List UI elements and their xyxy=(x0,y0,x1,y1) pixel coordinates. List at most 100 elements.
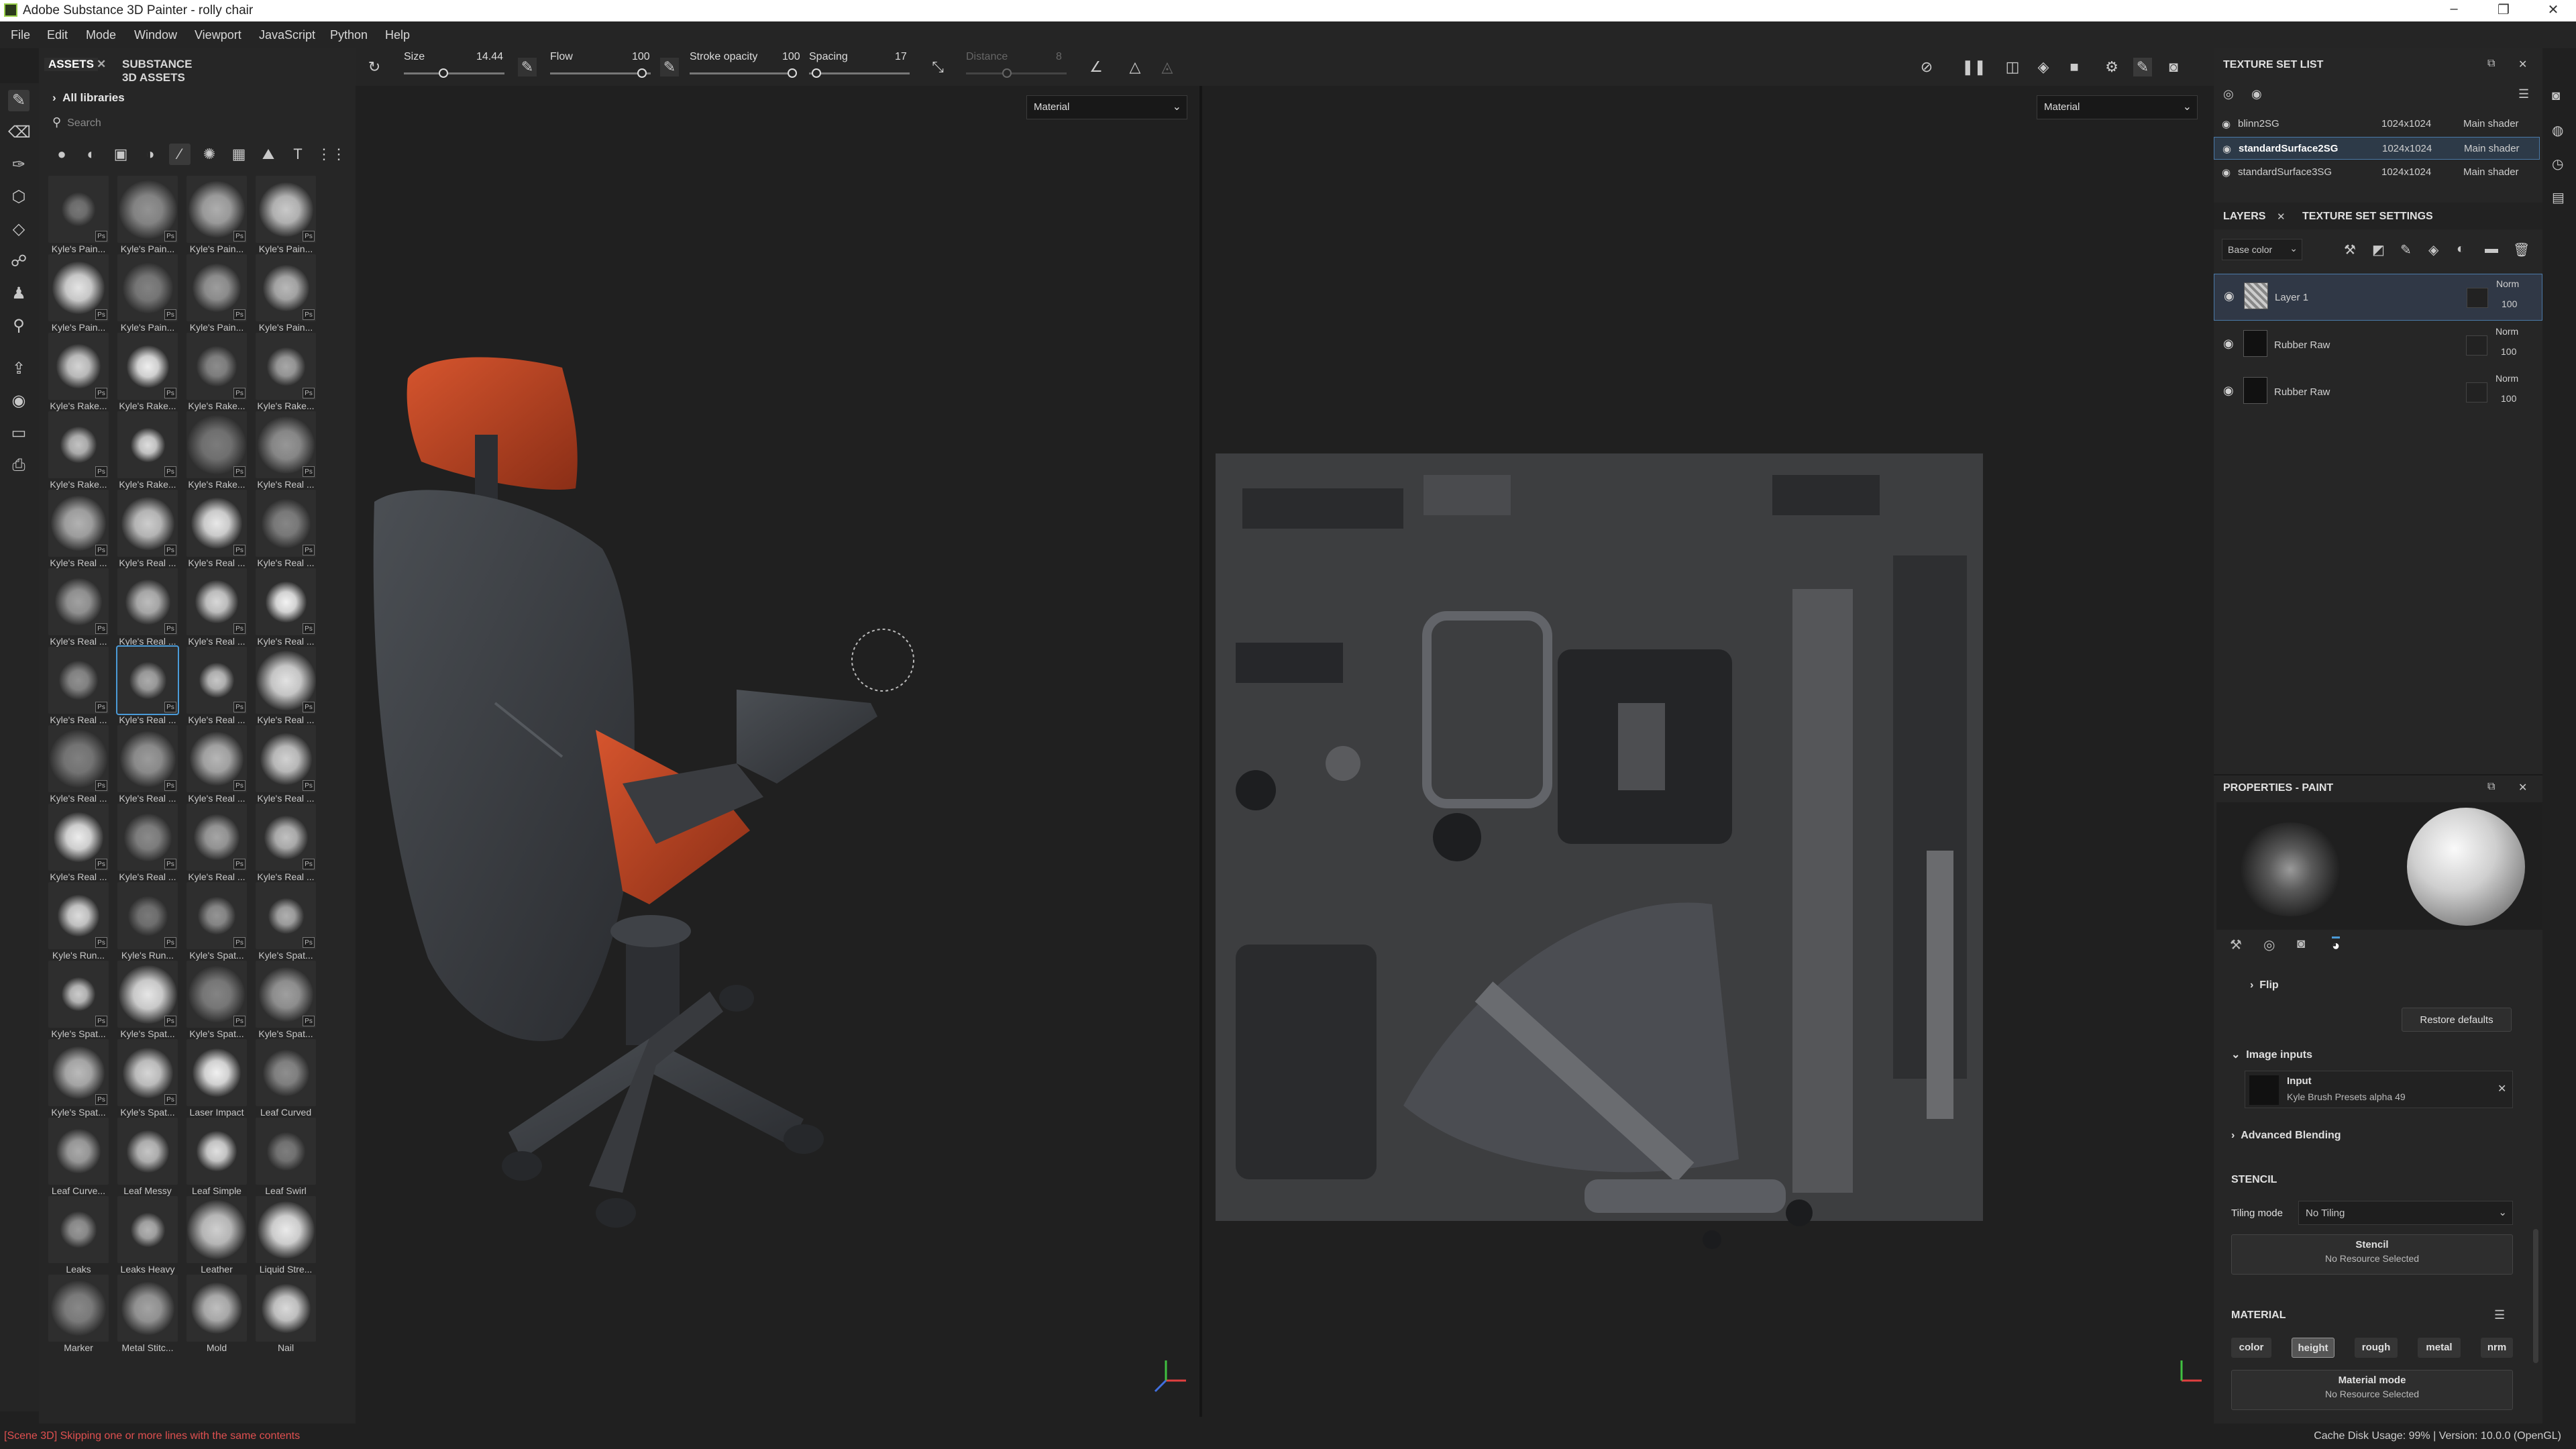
channel-nrm-toggle[interactable]: nrm xyxy=(2481,1338,2513,1358)
3d-view-icon[interactable]: ◈ xyxy=(2034,58,2053,76)
add-paint-layer-icon[interactable]: ✎ xyxy=(2400,241,2412,258)
texture-set-row[interactable]: ◉ standardSurface3SG 1024x1024 Main shad… xyxy=(2214,161,2540,184)
asset-item[interactable]: Ps Kyle's Real ... xyxy=(253,568,319,647)
visibility-icon[interactable]: ◎ xyxy=(2223,87,2234,101)
display-settings-icon[interactable]: ▭ xyxy=(8,423,30,444)
asset-item[interactable]: Ps Kyle's Spat... xyxy=(115,961,180,1039)
filter-grid-icon[interactable]: ▦ xyxy=(228,144,250,165)
maximize-button[interactable]: ❐ xyxy=(2490,1,2517,20)
filter-pattern-icon[interactable]: ✺ xyxy=(199,144,220,165)
close-window-button[interactable]: ✕ xyxy=(2540,1,2567,20)
close-panel-icon[interactable]: ✕ xyxy=(2518,58,2527,71)
stroke-opacity-slider[interactable] xyxy=(690,72,790,74)
angle-icon[interactable]: ∠ xyxy=(1087,58,1106,76)
asset-item[interactable]: Laser Impact xyxy=(184,1039,250,1118)
asset-item[interactable]: Ps Kyle's Pain... xyxy=(46,176,111,254)
eye-icon[interactable]: ◉ xyxy=(2224,289,2235,303)
menu-mode[interactable]: Mode xyxy=(86,28,116,42)
paint-mode-icon[interactable]: ✎ xyxy=(2133,58,2152,76)
symmetry-mode-icon[interactable]: ◬ xyxy=(1158,58,1177,76)
texture-set-shader[interactable]: Main shader xyxy=(2463,118,2519,129)
layer-mask-slot[interactable] xyxy=(2466,335,2487,356)
pen-pressure-flow-icon[interactable]: ✎ xyxy=(660,58,679,76)
close-tab-icon[interactable]: ✕ xyxy=(2277,211,2286,223)
close-tab-icon[interactable]: ✕ xyxy=(97,58,106,71)
asset-item[interactable]: Leaf Simple xyxy=(184,1118,250,1196)
asset-item[interactable]: Ps Kyle's Spat... xyxy=(46,961,111,1039)
asset-item[interactable]: Ps Kyle's Pain... xyxy=(115,176,180,254)
channel-metal-toggle[interactable]: metal xyxy=(2418,1338,2461,1358)
menu-javascript[interactable]: JavaScript xyxy=(259,28,315,42)
asset-item[interactable]: Ps Kyle's Real ... xyxy=(115,645,180,725)
eye-icon[interactable]: ◉ xyxy=(2222,166,2231,178)
menu-window[interactable]: Window xyxy=(134,28,177,42)
filter-shade-icon[interactable]: ◑ xyxy=(140,144,161,165)
eye-icon[interactable]: ◉ xyxy=(2222,118,2231,130)
history-icon[interactable]: ◷ xyxy=(2552,156,2563,172)
image-inputs-section[interactable]: ⌄ Image inputs xyxy=(2231,1048,2312,1061)
delete-layer-icon[interactable]: 🗑 xyxy=(2513,241,2530,258)
asset-item[interactable]: Ps Kyle's Real ... xyxy=(115,568,180,647)
lazy-mouse-icon[interactable]: ↻ xyxy=(365,58,384,76)
asset-item[interactable]: Ps Kyle's Spat... xyxy=(184,961,250,1039)
asset-item[interactable]: Ps Kyle's Real ... xyxy=(115,804,180,882)
flow-slider-knob[interactable] xyxy=(637,68,647,78)
asset-item[interactable]: Ps Kyle's Real ... xyxy=(46,804,111,882)
size-value[interactable]: 14.44 xyxy=(476,51,503,63)
minimize-button[interactable]: – xyxy=(2440,1,2467,20)
texture-set-list-icon[interactable]: ◙ xyxy=(2552,89,2560,104)
asset-item[interactable]: Ps Kyle's Real ... xyxy=(46,490,111,568)
filter-image-icon[interactable]: ⛰ xyxy=(258,144,279,165)
hide-ui-icon[interactable]: ⊘ xyxy=(1917,58,1936,76)
log-icon[interactable]: ▤ xyxy=(2552,189,2565,206)
asset-item[interactable]: Ps Kyle's Spat... xyxy=(184,882,250,961)
asset-item[interactable]: Ps Kyle's Pain... xyxy=(46,254,111,333)
asset-item[interactable]: Ps Kyle's Real ... xyxy=(253,725,319,804)
stroke-link-icon[interactable]: ⤡ xyxy=(928,58,947,76)
texture-set-row[interactable]: ◉ standardSurface2SG 1024x1024 Main shad… xyxy=(2214,137,2540,160)
menu-python[interactable]: Python xyxy=(330,28,368,42)
flow-value[interactable]: 100 xyxy=(632,51,650,63)
stencil-resource-button[interactable]: Stencil No Resource Selected xyxy=(2231,1234,2513,1275)
smudge-icon[interactable]: ☍ xyxy=(8,251,30,272)
asset-item[interactable]: Ps Kyle's Real ... xyxy=(253,411,319,490)
asset-item[interactable]: Ps Kyle's Rake... xyxy=(115,333,180,411)
restore-defaults-button[interactable]: Restore defaults xyxy=(2402,1008,2512,1032)
channel-color-toggle[interactable]: color xyxy=(2231,1338,2271,1358)
asset-item[interactable]: Ps Kyle's Real ... xyxy=(184,804,250,882)
asset-item[interactable]: Ps Kyle's Run... xyxy=(46,882,111,961)
add-mask-icon[interactable]: ◩ xyxy=(2372,241,2385,258)
symmetry-icon[interactable]: △ xyxy=(1126,58,1144,76)
layer-mask-slot[interactable] xyxy=(2466,382,2487,402)
pen-pressure-size-icon[interactable]: ✎ xyxy=(518,58,537,76)
asset-item[interactable]: Ps Kyle's Real ... xyxy=(115,725,180,804)
asset-item[interactable]: Ps Kyle's Real ... xyxy=(184,490,250,568)
asset-item[interactable]: Leaf Messy xyxy=(115,1118,180,1196)
asset-item[interactable]: Ps Kyle's Real ... xyxy=(184,647,250,725)
material-menu-icon[interactable]: ☰ xyxy=(2494,1308,2505,1322)
menu-viewport[interactable]: Viewport xyxy=(195,28,241,42)
blend-mode-select[interactable]: Norm xyxy=(2496,373,2518,384)
asset-item[interactable]: Ps Kyle's Spat... xyxy=(115,1039,180,1118)
filter-box-icon[interactable]: ▣ xyxy=(110,144,131,165)
projection-icon[interactable]: ✑ xyxy=(8,154,30,176)
asset-item[interactable]: Ps Kyle's Real ... xyxy=(46,647,111,725)
bake-icon[interactable]: ⇪ xyxy=(8,358,30,380)
layer-row[interactable]: ◉ Rubber Raw Norm 100 xyxy=(2214,322,2542,369)
texture-set-row[interactable]: ◉ blinn2SG 1024x1024 Main shader xyxy=(2214,113,2540,136)
flip-section[interactable]: › Flip xyxy=(2250,979,2279,991)
asset-item[interactable]: Ps Kyle's Real ... xyxy=(253,647,319,725)
export-icon[interactable]: ⎙ xyxy=(8,455,30,476)
asset-item[interactable]: Marker xyxy=(46,1275,111,1353)
asset-item[interactable]: Leaf Swirl xyxy=(253,1118,319,1196)
asset-item[interactable]: Nail xyxy=(253,1275,319,1353)
library-selector[interactable]: › All libraries xyxy=(52,91,125,105)
blend-mode-select[interactable]: Norm xyxy=(2496,278,2519,289)
solo-visibility-icon[interactable]: ◉ xyxy=(2251,87,2262,101)
undock-icon[interactable]: ⧉ xyxy=(2487,58,2495,70)
filter-apps-icon[interactable]: ⋮⋮ xyxy=(317,144,346,165)
layer-opacity[interactable]: 100 xyxy=(2501,346,2516,357)
asset-item[interactable]: Leaks Heavy xyxy=(115,1196,180,1275)
tab-assets[interactable]: ASSETS xyxy=(44,58,99,71)
filter-sphere-icon[interactable]: ● xyxy=(51,144,72,165)
